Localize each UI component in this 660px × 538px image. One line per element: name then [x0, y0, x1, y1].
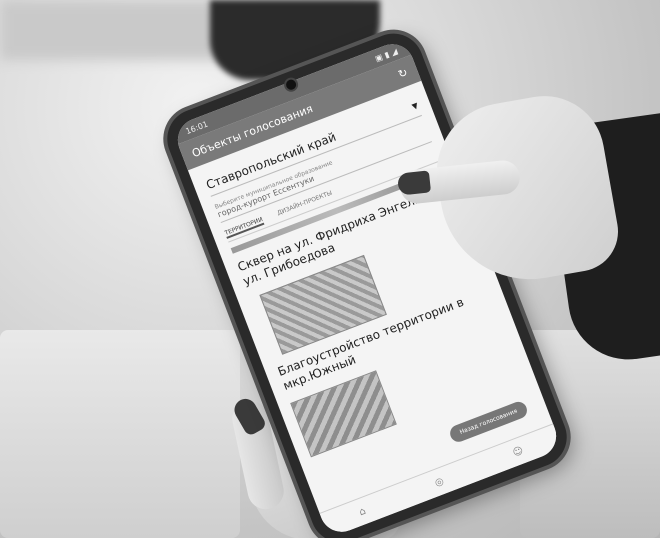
photo: 16:01 ▣ ▮ ◢ Объекты голосования ↻ Ставро… — [0, 0, 660, 538]
refresh-icon[interactable]: ↻ — [396, 65, 409, 80]
right-fingernail — [396, 170, 432, 196]
chevron-down-icon: ▾ — [409, 98, 421, 114]
map-icon[interactable]: ◎ — [433, 475, 445, 488]
home-icon[interactable]: ⌂ — [357, 505, 367, 518]
profile-icon[interactable]: ☺ — [511, 445, 525, 459]
background-shelf-left — [0, 330, 240, 538]
